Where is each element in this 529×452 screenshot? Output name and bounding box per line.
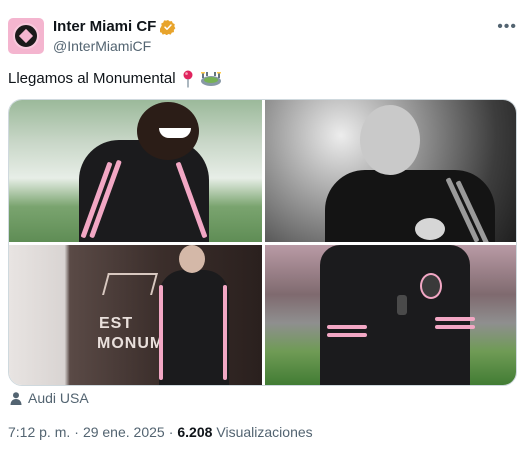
account-avatar[interactable] bbox=[8, 18, 44, 54]
views-count: 6.208 bbox=[177, 424, 213, 440]
tweet-header: Inter Miami CF @InterMiamiCF ••• bbox=[8, 18, 521, 58]
photo-player-profile-bw[interactable] bbox=[265, 100, 516, 242]
person-icon bbox=[10, 391, 22, 405]
player-head bbox=[360, 105, 420, 175]
jacket-stripe bbox=[435, 317, 475, 321]
tweet-meta: 7:12 p. m. · 29 ene. 2025 · 6.208 Visual… bbox=[8, 424, 313, 440]
meta-separator: · bbox=[168, 424, 174, 440]
jacket bbox=[320, 245, 470, 385]
photo-player-smiling[interactable] bbox=[9, 100, 262, 242]
photo-player-tunnel[interactable]: EST MONUM bbox=[9, 245, 262, 385]
photo-player-pitch[interactable] bbox=[265, 245, 516, 385]
crest-patch bbox=[420, 273, 442, 299]
inter-miami-crest-icon bbox=[13, 23, 39, 49]
phone bbox=[397, 295, 407, 315]
sponsor-name: Audi USA bbox=[28, 390, 89, 406]
jacket-stripe bbox=[435, 325, 475, 329]
smile bbox=[159, 128, 191, 138]
jacket-stripe bbox=[327, 333, 367, 337]
display-name[interactable]: Inter Miami CF bbox=[53, 18, 156, 36]
stadium-logo bbox=[102, 273, 158, 295]
tweet-date[interactable]: 29 ene. 2025 bbox=[83, 424, 165, 440]
media-grid: EST MONUM bbox=[8, 99, 517, 386]
jacket bbox=[159, 270, 229, 385]
tunnel-sign-line-2: MONUM bbox=[97, 335, 165, 352]
jacket-stripe bbox=[327, 325, 367, 329]
jacket-stripe bbox=[159, 285, 163, 380]
jacket-stripe bbox=[223, 285, 227, 380]
views-label: Visualizaciones bbox=[216, 424, 313, 440]
verified-badge-icon bbox=[160, 20, 176, 35]
account-handle[interactable]: @InterMiamiCF bbox=[53, 38, 151, 55]
tunnel-sign-line-1: EST bbox=[99, 315, 134, 332]
round-pushpin-icon bbox=[183, 70, 193, 88]
more-options-icon[interactable]: ••• bbox=[497, 19, 517, 35]
tweet-body: Llegamos al Monumental bbox=[8, 70, 176, 87]
stadium-icon bbox=[200, 72, 221, 86]
tweet-text: Llegamos al Monumental bbox=[8, 70, 222, 88]
tweet-time[interactable]: 7:12 p. m. bbox=[8, 424, 70, 440]
sponsor-label[interactable]: Audi USA bbox=[10, 390, 89, 406]
player-head bbox=[179, 245, 205, 273]
meta-separator: · bbox=[74, 424, 79, 440]
name-line: Inter Miami CF bbox=[53, 18, 176, 36]
crest-patch bbox=[415, 218, 445, 240]
